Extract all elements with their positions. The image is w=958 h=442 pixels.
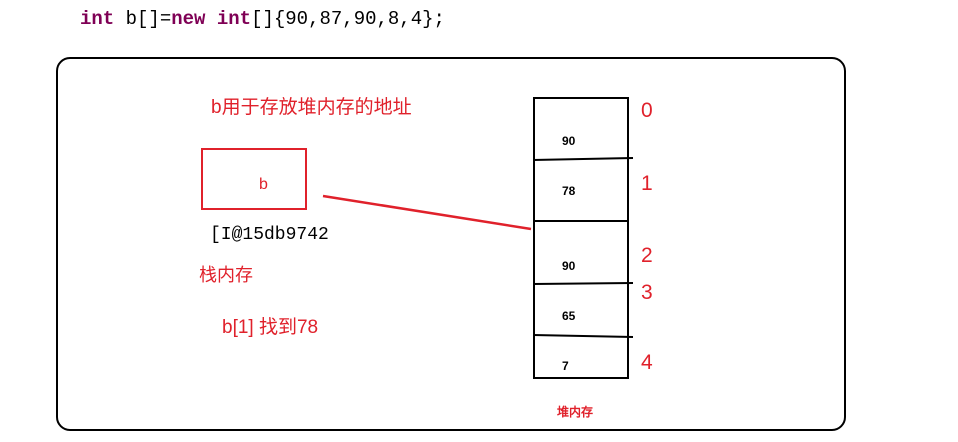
stack-address-value: [I@15db9742 bbox=[210, 225, 329, 245]
heap-cell-value: 78 bbox=[562, 184, 576, 198]
array-access-note: b[1] 找到78 bbox=[222, 317, 319, 338]
heap-index-label: 3 bbox=[641, 281, 653, 304]
heap-cell-value: 65 bbox=[562, 309, 576, 323]
stack-variable-box bbox=[201, 148, 307, 210]
heap-memory-block bbox=[533, 97, 629, 379]
heap-cell-value: 90 bbox=[562, 259, 576, 273]
heap-index-label: 2 bbox=[641, 244, 653, 267]
pointer-arrow-line bbox=[322, 194, 532, 231]
heap-cell-value: 90 bbox=[562, 134, 576, 148]
stack-memory-label: 栈内存 bbox=[199, 265, 253, 285]
heap-memory-label: 堆内存 bbox=[557, 405, 594, 419]
heap-index-label: 4 bbox=[641, 351, 653, 374]
heap-address-note: b用于存放堆内存的地址 bbox=[211, 97, 412, 118]
heap-index-label: 0 bbox=[641, 99, 653, 122]
stack-variable-label: b bbox=[259, 176, 268, 193]
connector-layer bbox=[322, 157, 634, 338]
heap-cell-value: 7 bbox=[562, 359, 569, 373]
heap-index-label: 1 bbox=[641, 172, 653, 195]
